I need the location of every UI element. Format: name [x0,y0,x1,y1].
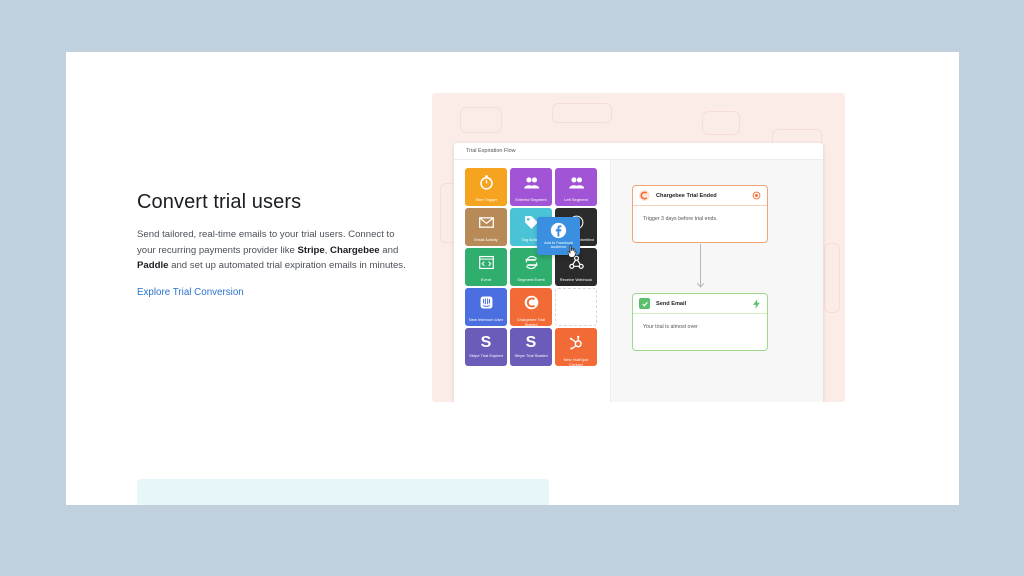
section-copy: Convert trial users Send tailored, real-… [137,190,407,300]
hubspot-icon [568,334,585,356]
intercom-icon [478,294,495,316]
chargebee-icon [523,294,540,316]
tile-event[interactable]: Event [465,248,507,286]
send-email-node[interactable]: Send Email Your trial is almost over [632,293,768,351]
tile-left-segment[interactable]: Left Segment [555,168,597,206]
tile-label: Segment Event [517,277,545,282]
users-icon [523,174,540,196]
tile-entered-segment[interactable]: Entered Segment [510,168,552,206]
tile-label: Event [480,277,492,282]
arrow-down-icon [697,283,704,288]
next-section-card [137,479,549,505]
flow-builder-window: Trial Expiration Flow Time Trigger Entere… [454,143,823,402]
target-icon[interactable] [752,191,761,202]
facebook-icon [550,222,567,239]
explore-trial-conversion-link[interactable]: Explore Trial Conversion [137,287,244,298]
chargebee-trial-ended-node[interactable]: Chargebee Trial Ended Trigger 3 days bef… [632,185,768,243]
tile-label: Left Segment [564,197,588,202]
section-title: Convert trial users [137,191,302,213]
tile-label: Entered Segment [515,197,547,202]
tile-label: Email Activity [474,237,498,242]
trigger-palette: Time Trigger Entered Segment Left Segment E… [454,160,610,402]
hand-cursor-icon [567,245,577,258]
stripe-icon: S [480,334,492,351]
tile-label: Stripe Trial Started [514,353,548,358]
stopwatch-icon [478,174,495,196]
node-title: Send Email [656,300,687,307]
tile-label: Time Trigger [474,197,498,202]
decor-shape [552,103,612,123]
envelope-icon [478,214,495,236]
tile-label: New Intercom User [468,317,504,322]
node-title: Chargebee Trial Ended [656,192,717,199]
envelope-check-icon [639,298,650,309]
section-description: Send tailored, real-time emails to your … [137,229,406,271]
lightning-icon[interactable] [752,299,761,311]
tile-time-trigger[interactable]: Time Trigger [465,168,507,206]
segment-icon [523,254,540,276]
tile-label: Receive Webhook [559,277,593,282]
tile-label: Chargebee Trial Started [516,317,546,327]
decor-shape [702,111,740,135]
tile-stripe-trial-started[interactable]: S Stripe Trial Started [510,328,552,366]
node-body: Trigger 3 days before trial ends. [643,216,718,222]
flow-connector [700,244,701,287]
tile-label: New HubSpot Contact [563,357,589,367]
paddle-highlight: Paddle [137,260,169,271]
users-icon [568,174,585,196]
hero-illustration: Trial Expiration Flow Time Trigger Entere… [432,93,845,402]
flow-canvas: Chargebee Trial Ended Trigger 3 days bef… [610,160,823,402]
decor-shape [460,107,502,133]
tile-chargebee-trial-started[interactable]: Chargebee Trial Started [510,288,552,326]
flow-title: Trial Expiration Flow [454,143,823,160]
chargebee-highlight: Chargebee [330,244,380,256]
tile-stripe-trial-expired[interactable]: S Stripe Trial Expired [465,328,507,366]
page-canvas: Convert trial users Send tailored, real-… [66,52,959,505]
tile-new-intercom-user[interactable]: New Intercom User [465,288,507,326]
chargebee-icon [639,190,650,201]
tile-email-activity[interactable]: Email Activity [465,208,507,246]
tile-label: Stripe Trial Expired [469,353,503,358]
node-body: Your trial is almost over [643,324,698,330]
stripe-highlight: Stripe [297,244,325,256]
code-window-icon [478,254,495,276]
stripe-icon: S [525,334,537,351]
decor-shape [824,243,840,313]
empty-drop-slot[interactable] [555,288,597,326]
tile-new-hubspot-contact[interactable]: New HubSpot Contact [555,328,597,366]
